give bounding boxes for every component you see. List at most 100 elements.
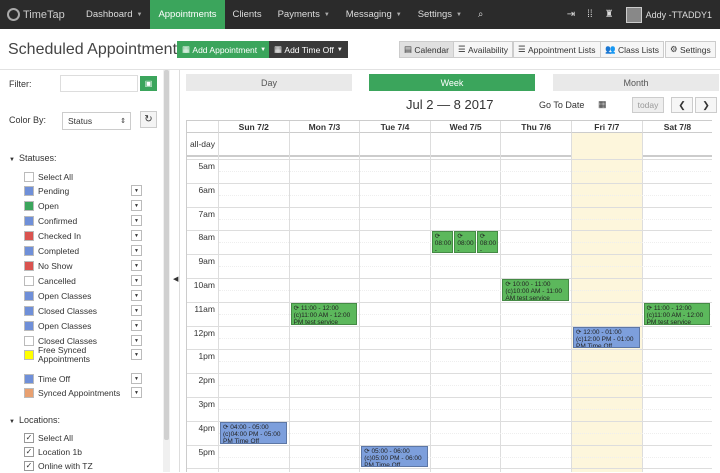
- appointment-lists-button[interactable]: ☰ Appointment Lists: [513, 41, 601, 58]
- appointment-event[interactable]: ⟳ 11:00 - 12:00 (c)11:00 AM - 12:00 PM t…: [290, 302, 358, 325]
- status-item[interactable]: Open Classes: [24, 289, 144, 303]
- status-item[interactable]: Completed: [24, 244, 144, 258]
- tab-month[interactable]: Month: [553, 74, 719, 91]
- status-color-swatch[interactable]: [24, 374, 34, 384]
- filter-input[interactable]: [60, 75, 138, 92]
- status-dropdown[interactable]: ▼: [131, 185, 142, 196]
- go-to-date-link[interactable]: Go To Date: [539, 100, 584, 110]
- status-color-swatch[interactable]: [24, 216, 34, 226]
- status-dropdown[interactable]: ▼: [131, 305, 142, 316]
- status-color-swatch[interactable]: [24, 350, 34, 360]
- user-name[interactable]: Addy -TTADDY1: [646, 10, 712, 20]
- availability-button[interactable]: ☰ Availability: [453, 41, 513, 58]
- location-checkbox[interactable]: ✓: [24, 433, 34, 443]
- location-label: Select All: [38, 432, 73, 443]
- add-appointment-button[interactable]: ▦ Add Appointment ▼: [177, 41, 272, 58]
- status-item[interactable]: Synced Appointments: [24, 386, 144, 400]
- nav-payments[interactable]: Payments ▼: [270, 0, 338, 29]
- status-dropdown[interactable]: ▼: [131, 200, 142, 211]
- color-by-select[interactable]: Status ⇕: [62, 112, 131, 130]
- location-checkbox[interactable]: ✓: [24, 447, 34, 457]
- status-color-swatch[interactable]: [24, 276, 34, 286]
- status-color-swatch[interactable]: [24, 261, 34, 271]
- status-color-swatch[interactable]: [24, 291, 34, 301]
- nav-dashboard[interactable]: Dashboard ▼: [78, 0, 150, 29]
- nav-clients[interactable]: Clients: [225, 0, 270, 29]
- location-item[interactable]: ✓ Select All: [24, 431, 144, 445]
- status-label: Confirmed: [38, 215, 78, 226]
- collapse-sidebar-icon[interactable]: ◀: [173, 275, 178, 283]
- status-color-swatch[interactable]: [24, 388, 34, 398]
- time-label: 10am: [193, 280, 215, 290]
- location-item[interactable]: ✓ Location 1b: [24, 445, 144, 459]
- sign-in-icon[interactable]: ⇥: [567, 9, 575, 20]
- status-item[interactable]: Pending: [24, 184, 144, 198]
- status-dropdown[interactable]: ▼: [131, 230, 142, 241]
- trophy-icon[interactable]: ♜: [605, 9, 614, 20]
- appointment-event[interactable]: ⟳ 04:00 - 05:00 (c)04:00 PM - 05:00 PM T…: [220, 421, 287, 444]
- status-item[interactable]: Select All: [24, 170, 144, 184]
- appointment-event[interactable]: ⟳ 12:00 - 01:00 (c)12:00 PM - 01:00 PM T…: [573, 326, 640, 349]
- status-item[interactable]: Closed Classes: [24, 304, 144, 318]
- status-item[interactable]: Open: [24, 199, 144, 213]
- search-icon: ⌕: [477, 9, 484, 20]
- status-item[interactable]: No Show: [24, 259, 144, 273]
- status-dropdown[interactable]: ▼: [131, 245, 142, 256]
- appointment-event[interactable]: ⟳ 08:00 - 09:00 (c)08:00 - AM ...: [476, 231, 499, 254]
- tab-day[interactable]: Day: [186, 74, 352, 91]
- grid-icon[interactable]: ⁞⁞: [587, 9, 593, 20]
- status-color-swatch[interactable]: [24, 306, 34, 316]
- status-dropdown[interactable]: ▼: [131, 260, 142, 271]
- appointment-event[interactable]: ⟳ 08:00 - 09:00 (c)08:00 - AM ...: [454, 231, 476, 254]
- next-week-button[interactable]: ❯: [695, 97, 717, 113]
- calendar-icon[interactable]: ▦: [598, 99, 607, 110]
- class-lists-button[interactable]: 👥 Class Lists: [600, 41, 665, 58]
- nav-messaging[interactable]: Messaging ▼: [338, 0, 410, 29]
- status-dropdown[interactable]: ▼: [131, 275, 142, 286]
- settings-button[interactable]: ⚙ Settings: [665, 41, 716, 58]
- status-item[interactable]: Time Off: [24, 372, 144, 386]
- status-dropdown[interactable]: ▼: [131, 349, 142, 360]
- status-dropdown[interactable]: ▼: [131, 215, 142, 226]
- appointment-event[interactable]: ⟳ 08:00 - 09:00 (c)07:00 - AM ...: [431, 231, 454, 254]
- location-label: Location 1b: [38, 446, 82, 457]
- prev-week-button[interactable]: ❮: [671, 97, 693, 113]
- appointment-event[interactable]: ⟳ 11:00 - 12:00 (c)11:00 AM - 12:00 PM t…: [643, 302, 711, 325]
- status-dropdown[interactable]: ▼: [131, 335, 142, 346]
- save-filter-button[interactable]: ▣: [140, 76, 157, 91]
- status-color-swatch[interactable]: [24, 231, 34, 241]
- status-dropdown[interactable]: ▼: [131, 387, 142, 398]
- avatar[interactable]: [625, 6, 642, 23]
- status-color-swatch[interactable]: [24, 336, 34, 346]
- appointment-event[interactable]: ⟳ 05:00 - 06:00 (c)05:00 PM - 06:00 PM T…: [361, 445, 428, 468]
- status-color-swatch[interactable]: [24, 172, 34, 182]
- locations-header[interactable]: ▼ Locations:: [9, 415, 60, 425]
- status-item[interactable]: Cancelled: [24, 274, 144, 288]
- nav-appointments[interactable]: Appointments: [150, 0, 225, 29]
- status-item[interactable]: Checked In: [24, 229, 144, 243]
- location-item[interactable]: ✓ Online with TZ: [24, 459, 144, 473]
- status-dropdown[interactable]: ▼: [131, 320, 142, 331]
- status-item[interactable]: Confirmed: [24, 214, 144, 228]
- status-color-swatch[interactable]: [24, 321, 34, 331]
- statuses-header[interactable]: ▼ Statuses:: [9, 153, 56, 163]
- status-dropdown[interactable]: ▼: [131, 373, 142, 384]
- status-dropdown[interactable]: ▼: [131, 290, 142, 301]
- today-button[interactable]: today: [632, 97, 664, 113]
- nav-settings[interactable]: Settings ▼: [410, 0, 470, 29]
- calendar-view-button[interactable]: ▤ Calendar: [399, 41, 454, 58]
- status-item[interactable]: Free Synced Appointments: [24, 346, 144, 364]
- status-item[interactable]: Open Classes: [24, 319, 144, 333]
- location-checkbox[interactable]: ✓: [24, 461, 34, 471]
- calendar-plus-icon: ▦: [182, 44, 193, 54]
- status-color-swatch[interactable]: [24, 246, 34, 256]
- nav-search[interactable]: ⌕: [470, 0, 491, 29]
- add-time-off-button[interactable]: ▦ Add Time Off ▼: [269, 41, 348, 58]
- status-color-swatch[interactable]: [24, 186, 34, 196]
- sidebar-scroll-thumb[interactable]: [164, 70, 169, 440]
- status-color-swatch[interactable]: [24, 201, 34, 211]
- refresh-button[interactable]: ↻: [140, 111, 157, 128]
- tab-week[interactable]: Week: [369, 74, 535, 91]
- logo[interactable]: TimeTap: [0, 0, 78, 29]
- appointment-event[interactable]: ⟳ 10:00 - 11:00 (c)10:00 AM - 11:00 AM t…: [502, 279, 569, 301]
